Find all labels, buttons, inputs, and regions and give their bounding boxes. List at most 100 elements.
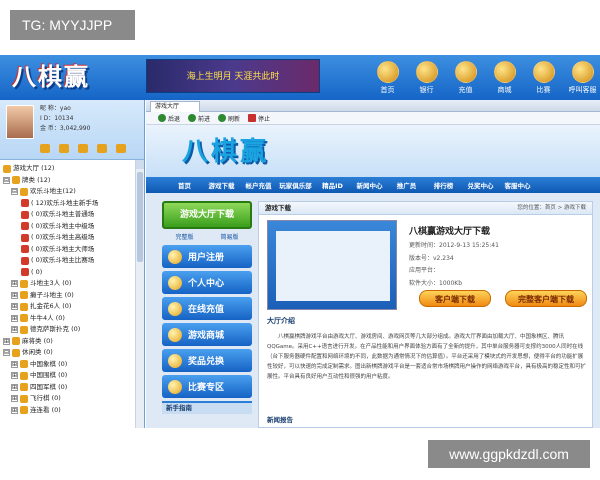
site-nav-prize[interactable]: 兑奖中心: [462, 180, 499, 190]
tree-item[interactable]: ( 0)欢乐斗地主比赛场: [3, 255, 141, 267]
game-icon: [20, 360, 28, 369]
tree-item[interactable]: ⊞ 德克萨斯扑克 (0): [3, 324, 141, 336]
expand-icon[interactable]: ⊞: [11, 314, 18, 322]
match-zone-button[interactable]: 比赛专区: [162, 375, 252, 398]
download-hall-button[interactable]: 游戏大厅下载: [162, 201, 252, 229]
friend-icon[interactable]: [78, 144, 88, 153]
tree-item[interactable]: ( 0)欢乐斗地主普通场: [3, 209, 141, 221]
forward-button[interactable]: 前进: [188, 114, 210, 123]
online-recharge-button[interactable]: 在线充值: [162, 297, 252, 320]
mail-icon[interactable]: [40, 144, 50, 153]
tree-item[interactable]: ⊞ 扎金花6人 (0): [3, 301, 141, 313]
nav-bank[interactable]: 银行: [409, 61, 444, 95]
nav-match[interactable]: 比赛: [526, 61, 561, 95]
back-button[interactable]: 后退: [158, 114, 180, 123]
collapse-icon[interactable]: ⊟: [3, 349, 10, 357]
tree-item[interactable]: ( 0)欢乐斗地主高级场: [3, 232, 141, 244]
expand-icon[interactable]: ⊞: [11, 326, 18, 334]
nav-service[interactable]: 呼叫客服: [565, 61, 600, 95]
tree-item-label: 扎金花6人 (0): [30, 302, 72, 310]
tree-item[interactable]: ( 0): [3, 267, 141, 279]
game-icon: [21, 222, 29, 231]
expand-icon[interactable]: ⊞: [11, 291, 18, 299]
content-panel: 游戏大厅 后退 前进 刷新 停止 八棋赢 首页 游戏下载 帐户充值 玩家俱乐部 …: [146, 100, 600, 428]
game-tree: 游戏大厅 (12) ⊟ 牌类 (12) ⊟ 欢乐斗地主(12)( 12)欢乐斗地主新手场…: [0, 160, 144, 419]
expand-icon[interactable]: ⊞: [11, 360, 18, 368]
tree-item[interactable]: ⊟ 牌类 (12): [3, 175, 141, 187]
game-shop-button[interactable]: 游戏商城: [162, 323, 252, 346]
game-icon: [20, 325, 28, 334]
full-client-download-button[interactable]: 完整客户端下载: [505, 290, 587, 307]
site-nav-news[interactable]: 新闻中心: [351, 180, 388, 190]
tree-item[interactable]: ⊟ 休闲类 (0): [3, 347, 141, 359]
tree-item[interactable]: ( 12)欢乐斗地主新手场: [3, 198, 141, 210]
user-center-button[interactable]: 个人中心: [162, 271, 252, 294]
expand-icon[interactable]: ⊞: [11, 280, 18, 288]
home-icon: [376, 61, 399, 83]
avatar[interactable]: [6, 105, 34, 139]
tree-item[interactable]: ⊞ 中国象棋 (0): [3, 359, 141, 371]
user-profile: 昵 称：yao I D：10134 金 币：3,042,990: [0, 100, 144, 160]
refresh-icon: [218, 114, 227, 122]
site-nav-download[interactable]: 游戏下载: [203, 180, 240, 190]
version: 版本号：v2.234: [409, 254, 454, 262]
tree-item[interactable]: ⊞ 四国军棋 (0): [3, 382, 141, 394]
nickname: 昵 称：yao: [40, 105, 71, 112]
tree-item[interactable]: ⊟ 欢乐斗地主(12): [3, 186, 141, 198]
tree-item[interactable]: ⊞ 斗地主3人 (0): [3, 278, 141, 290]
expand-icon[interactable]: ⊞: [3, 337, 10, 345]
tree-item[interactable]: ⊞ 癞子斗地主 (0): [3, 290, 141, 302]
tree-item[interactable]: ( 0)欢乐斗地主中级场: [3, 221, 141, 233]
stop-button[interactable]: 停止: [248, 114, 270, 123]
tree-item[interactable]: ⊞ 牛牛4人 (0): [3, 313, 141, 325]
site-logo[interactable]: 八棋赢: [182, 131, 269, 168]
tree-item[interactable]: ( 0)欢乐斗地主大师场: [3, 244, 141, 256]
game-icon: [20, 371, 28, 380]
tree-item[interactable]: ⊞ 飞行棋 (0): [3, 393, 141, 405]
register-button[interactable]: 用户注册: [162, 245, 252, 268]
tab-game-hall[interactable]: 游戏大厅: [150, 101, 200, 112]
expand-icon[interactable]: ⊞: [11, 383, 18, 391]
expand-icon[interactable]: ⊞: [11, 395, 18, 403]
expand-icon[interactable]: ⊞: [11, 372, 18, 380]
collapse-icon[interactable]: ⊟: [11, 188, 18, 196]
site-nav-service[interactable]: 客服中心: [499, 180, 536, 190]
tree-item-label: 麻将类 (0): [22, 336, 53, 345]
expand-icon[interactable]: ⊞: [11, 406, 18, 414]
nav-home[interactable]: 首页: [370, 61, 405, 95]
tree-item[interactable]: ⊞ 连连看 (0): [3, 405, 141, 417]
site-nav: 首页 游戏下载 帐户充值 玩家俱乐部 精品ID 新闻中心 推广员 排行榜 兑奖中…: [146, 177, 600, 193]
chat-icon[interactable]: [116, 144, 126, 153]
nav-recharge[interactable]: 充值: [448, 61, 483, 95]
site-nav-promoter[interactable]: 推广员: [388, 180, 425, 190]
file-size: 软件大小：1000Kb: [409, 279, 463, 287]
refresh-button[interactable]: 刷新: [218, 114, 240, 123]
game-icon: [21, 199, 29, 208]
tree-scrollbar[interactable]: [135, 160, 144, 428]
tree-item[interactable]: 游戏大厅 (12): [3, 163, 141, 175]
tree-item[interactable]: ⊞ 中国围棋 (0): [3, 370, 141, 382]
game-icon: [20, 291, 28, 300]
site-nav-club[interactable]: 玩家俱乐部: [277, 180, 314, 190]
banner-ad[interactable]: 海上生明月 天涯共此时: [146, 59, 320, 93]
bag-icon[interactable]: [59, 144, 69, 153]
lite-version-link[interactable]: 简易版: [220, 232, 238, 241]
tree-item-label: 癞子斗地主 (0): [30, 290, 74, 299]
settings-icon[interactable]: [97, 144, 107, 153]
collapse-icon[interactable]: ⊟: [3, 176, 10, 184]
site-nav-ranking[interactable]: 排行榜: [425, 180, 462, 190]
nav-shop[interactable]: 商城: [487, 61, 522, 95]
tree-item[interactable]: ⊞ 麻将类 (0): [3, 336, 141, 348]
game-hall-window: 八棋赢 海上生明月 天涯共此时 首页 银行 充值 商城 比赛 呼叫客服 昵 称：…: [0, 55, 600, 428]
site-nav-recharge[interactable]: 帐户充值: [240, 180, 277, 190]
tree-item-label: 游戏大厅 (12): [13, 164, 55, 172]
tree-item-label: ( 0)欢乐斗地主高级场: [31, 233, 95, 241]
site-nav-vip-id[interactable]: 精品ID: [314, 180, 351, 190]
site-nav-home[interactable]: 首页: [166, 180, 203, 190]
client-download-button[interactable]: 客户端下载: [419, 290, 491, 307]
section-title: 游戏下载: [265, 204, 291, 212]
expand-icon[interactable]: ⊞: [11, 303, 18, 311]
full-version-link[interactable]: 完整版: [175, 232, 193, 241]
prize-exchange-button[interactable]: 奖品兑换: [162, 349, 252, 372]
newbie-guide-heading[interactable]: 新手指南: [162, 401, 252, 414]
